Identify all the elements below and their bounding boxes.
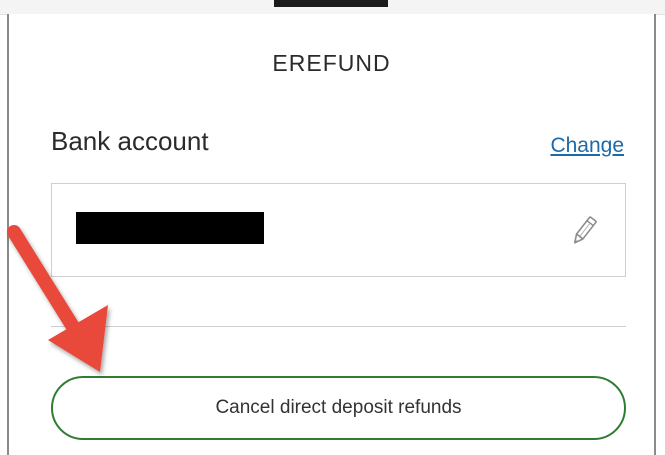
change-bank-account-link[interactable]: Change — [550, 134, 624, 158]
screenshot-frame: EREFUND Bank account Change Cancel direc… — [0, 0, 665, 455]
bank-account-field[interactable] — [51, 183, 626, 277]
section-divider — [51, 326, 626, 327]
erefund-card: EREFUND Bank account Change Cancel direc… — [7, 14, 656, 455]
pencil-icon[interactable] — [569, 214, 599, 248]
cancel-direct-deposit-button[interactable]: Cancel direct deposit refunds — [51, 376, 626, 440]
redacted-account-number — [76, 212, 264, 244]
cropped-top-edge — [0, 0, 665, 15]
cropped-header-fragment — [274, 0, 388, 7]
bank-account-label: Bank account — [51, 126, 209, 156]
card-title: EREFUND — [272, 50, 391, 76]
